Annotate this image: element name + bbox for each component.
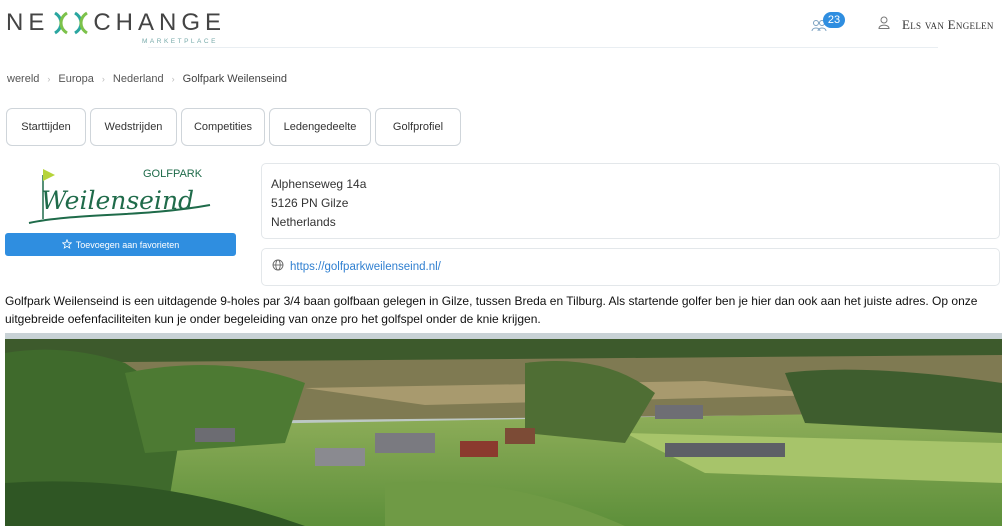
favorite-label: Toevoegen aan favorieten — [75, 239, 180, 250]
breadcrumb-current: Golfpark Weilenseind — [182, 73, 288, 85]
logo-x-icon — [51, 10, 91, 36]
notifications-button[interactable]: 23 — [809, 10, 849, 36]
globe-icon — [272, 258, 284, 276]
chevron-right-icon: › — [171, 74, 175, 84]
app-logo[interactable]: NE CHANGE MARKETPLACE — [6, 8, 227, 45]
chevron-right-icon: › — [47, 74, 51, 84]
club-aerial-photo — [5, 333, 1002, 526]
notification-count-badge: 23 — [823, 12, 845, 28]
breadcrumb-item[interactable]: wereld — [7, 73, 39, 85]
club-logo-script-text: Weilenseind — [41, 186, 194, 215]
club-tabs: Starttijden Wedstrijden Competities Lede… — [6, 108, 461, 146]
tab-competities[interactable]: Competities — [181, 108, 265, 146]
add-to-favorites-button[interactable]: Toevoegen aan favorieten — [5, 233, 236, 256]
logo-subtext: MARKETPLACE — [142, 38, 218, 45]
address-card: Alphenseweg 14a 5126 PN Gilze Netherland… — [261, 163, 1000, 239]
breadcrumb: wereld › Europa › Nederland › Golfpark W… — [7, 73, 287, 85]
breadcrumb-item[interactable]: Nederland — [113, 73, 164, 85]
user-name: Els van Engelen — [902, 17, 994, 32]
chevron-right-icon: › — [101, 74, 105, 84]
address-country: Netherlands — [271, 215, 336, 229]
website-link[interactable]: https://golfparkweilenseind.nl/ — [290, 261, 441, 273]
tab-golfprofiel[interactable]: Golfprofiel — [375, 108, 461, 146]
website-card: https://golfparkweilenseind.nl/ — [261, 248, 1000, 286]
header-divider — [148, 47, 938, 48]
breadcrumb-item[interactable]: Europa — [58, 73, 93, 85]
address-postal-city: 5126 PN Gilze — [271, 196, 349, 210]
tab-ledengedeelte[interactable]: Ledengedeelte — [269, 108, 371, 146]
top-header: NE CHANGE MARKETPLACE 23 Els van Engelen — [0, 0, 1002, 50]
club-logo: GOLFPARK Weilenseind — [5, 161, 236, 231]
logo-text-left: NE — [6, 9, 50, 36]
club-description: Golfpark Weilenseind is een uitdagende 9… — [5, 294, 978, 326]
tab-wedstrijden[interactable]: Wedstrijden — [90, 108, 177, 146]
address-street: Alphenseweg 14a — [271, 177, 367, 191]
user-icon — [878, 16, 890, 34]
star-icon — [61, 238, 73, 251]
logo-text-right: CHANGE — [93, 9, 227, 36]
club-logo-top-text: GOLFPARK — [143, 168, 203, 180]
tab-starttijden[interactable]: Starttijden — [6, 108, 86, 146]
user-menu[interactable]: Els van Engelen — [878, 16, 994, 34]
